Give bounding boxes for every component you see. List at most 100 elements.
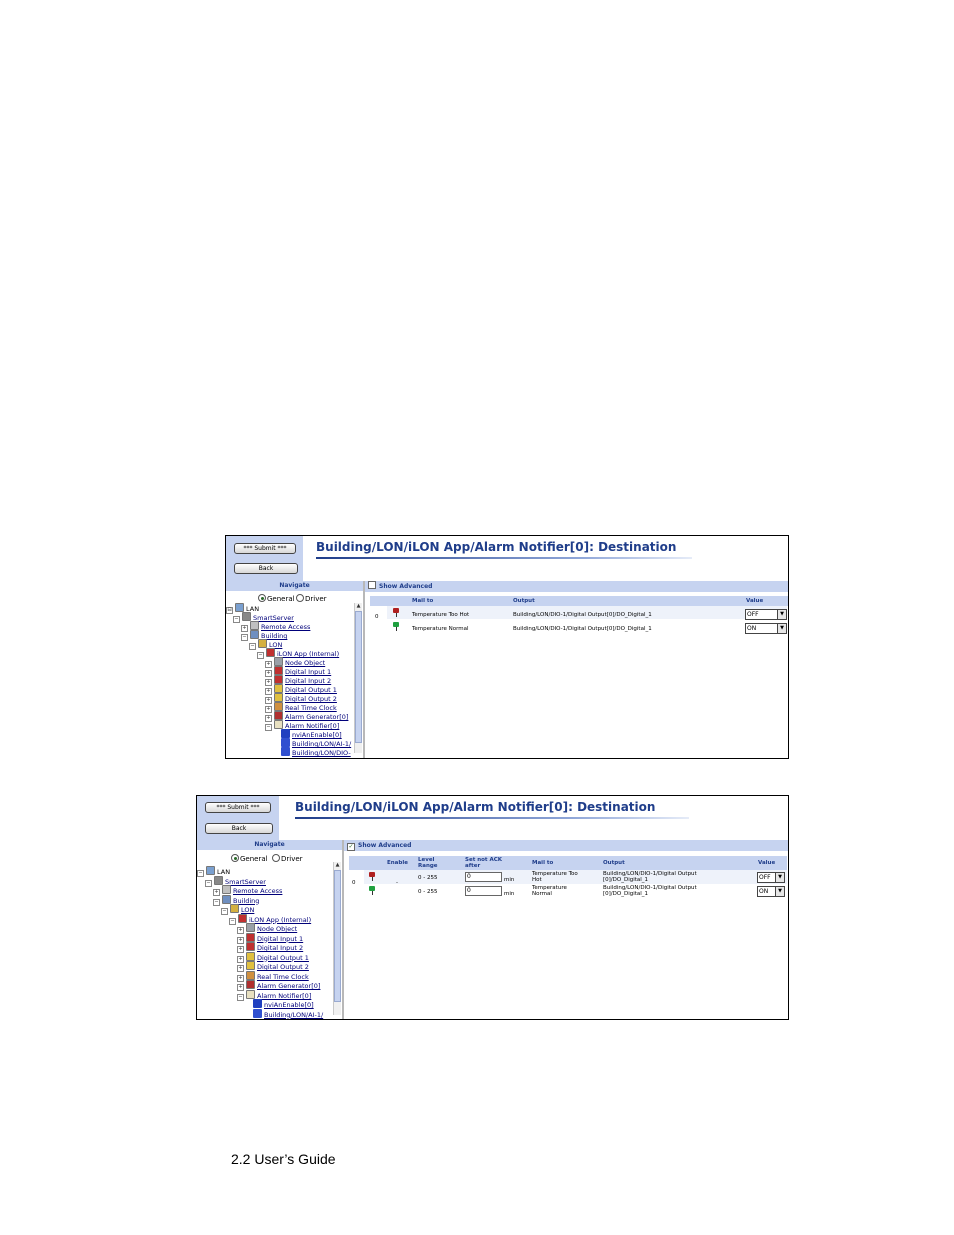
page-title: Building/LON/iLON App/Alarm Notifier[0]:… — [295, 800, 656, 814]
tree-item-digital-output-2[interactable]: + Digital Output 2 — [237, 961, 309, 972]
chevron-down-icon[interactable]: ▼ — [777, 609, 787, 620]
button-panel: *** Submit *** Back — [197, 796, 279, 840]
normal-pin-icon — [393, 622, 399, 631]
tree-item-alarm-notifier[interactable]: − Alarm Notifier[0] — [237, 989, 311, 1001]
tree-item-digital-input-1[interactable]: + Digital Input 1 — [237, 932, 303, 944]
channel-icon — [258, 639, 267, 648]
tree-item-ilon-app[interactable]: − iLON App (Internal) — [229, 913, 311, 925]
tree-item-remote-access[interactable]: + Remote Access — [241, 621, 310, 632]
tree-item-building[interactable]: − Building — [213, 894, 259, 906]
tree-item-lon[interactable]: − LON — [249, 639, 282, 650]
radio-driver[interactable]: Driver — [272, 854, 303, 863]
tree-item-alarm-notifier[interactable]: − Alarm Notifier[0] — [265, 720, 339, 731]
value-select[interactable]: ON ▼ — [757, 886, 785, 897]
tree-item-real-time-clock[interactable]: + Real Time Clock — [265, 702, 337, 713]
level-range-cell: 0 - 255 — [418, 889, 438, 895]
show-advanced-checkbox[interactable] — [368, 581, 376, 589]
tree-item-node-object[interactable]: + Node Object — [265, 657, 325, 668]
mail-to-cell: Hot — [532, 877, 542, 883]
chevron-down-icon[interactable]: ▼ — [777, 623, 787, 634]
button-panel: *** Submit *** Back — [226, 536, 303, 581]
output-icon — [274, 684, 283, 693]
tree-item-real-time-clock[interactable]: + Real Time Clock — [237, 970, 309, 982]
chevron-down-icon[interactable]: ▼ — [775, 886, 785, 897]
tree-item-building[interactable]: − Building — [241, 630, 287, 641]
column-header-mail-to: Mail to — [532, 860, 554, 866]
input-icon — [274, 675, 283, 684]
input-point-icon — [253, 999, 262, 1008]
tree-item-smartserver[interactable]: − SmartServer — [205, 875, 266, 887]
scrollbar-thumb[interactable] — [334, 870, 341, 1002]
output-icon — [274, 693, 283, 702]
screenshot-advanced: *** Submit *** Back Building/LON/iLON Ap… — [196, 795, 789, 1020]
back-button[interactable]: Back — [205, 823, 273, 834]
show-advanced-checkbox[interactable]: ✓ — [347, 843, 355, 851]
tree-item-lan[interactable]: − LAN — [197, 866, 230, 877]
value-select[interactable]: OFF ▼ — [757, 872, 785, 883]
mail-to-cell: Temperature Normal — [412, 626, 469, 632]
output-cell: Building/LON/DIO-1/Digital Output[0]/DO_… — [513, 626, 652, 632]
tree-item-nvianenable[interactable]: nviAnEnable[0] — [253, 999, 314, 1009]
submit-button[interactable]: *** Submit *** — [234, 543, 296, 554]
input-icon — [274, 666, 283, 675]
show-advanced-label: Show Advanced — [379, 583, 433, 590]
destination-panel: Show Advanced Mail to Output Value 0 Tem… — [363, 581, 788, 758]
chevron-down-icon[interactable]: ▼ — [775, 872, 785, 883]
tree-item-ilon-app[interactable]: − iLON App (Internal) — [257, 648, 339, 659]
tree-item-lan[interactable]: ⊟ LAN — [226, 603, 259, 614]
building-icon — [250, 630, 259, 639]
tree-item-digital-output-2[interactable]: + Digital Output 2 — [265, 693, 337, 704]
radio-driver[interactable]: Driver — [296, 594, 327, 603]
scroll-up-icon[interactable]: ▲ — [334, 862, 341, 869]
back-button[interactable]: Back — [234, 563, 298, 574]
group-index: 0 — [352, 880, 356, 886]
ack-minutes-input[interactable]: 0 — [465, 886, 502, 896]
input-icon — [246, 932, 255, 942]
device-icon — [266, 648, 275, 657]
column-header-row — [349, 856, 787, 870]
show-advanced-label: Show Advanced — [358, 842, 412, 849]
column-header-value: Value — [758, 860, 776, 866]
tree-item-ai-1[interactable]: Building/LON/AI-1/ — [253, 1008, 323, 1019]
tree-item-digital-input-2[interactable]: + Digital Input 2 — [265, 675, 331, 686]
navigate-header: Navigate — [226, 581, 363, 591]
device-icon — [238, 913, 247, 923]
scrollbar-thumb[interactable] — [355, 611, 362, 743]
enable-cell: - — [396, 880, 398, 886]
title-underline — [295, 817, 689, 819]
tree-item-alarm-generator[interactable]: + Alarm Generator[0] — [237, 980, 320, 991]
radio-general[interactable]: General — [231, 854, 268, 863]
tree-item-node-object[interactable]: + Node Object — [237, 923, 297, 934]
tree-item-nvianenable[interactable]: nviAnEnable[0] — [281, 729, 342, 739]
input-point-icon — [281, 729, 290, 738]
server-icon — [214, 875, 223, 885]
navigate-scrollbar[interactable]: ▲ — [333, 862, 341, 1015]
submit-button[interactable]: *** Submit *** — [205, 802, 271, 813]
channel-icon — [230, 904, 239, 913]
ack-unit: min — [504, 891, 515, 897]
column-header-mail-to: Mail to — [412, 598, 434, 604]
column-header-level-range: Level Range — [418, 857, 438, 869]
radio-general[interactable]: General — [258, 594, 295, 603]
value-select[interactable]: OFF ▼ — [745, 609, 787, 620]
ack-unit: min — [504, 877, 515, 883]
tree-item-digital-input-1[interactable]: + Digital Input 1 — [265, 666, 331, 677]
tree-item-lon[interactable]: − LON — [221, 904, 254, 915]
alarm-generator-icon — [274, 711, 283, 720]
tree-item-remote-access[interactable]: + Remote Access — [213, 885, 282, 896]
clock-icon — [246, 970, 255, 980]
node-object-icon — [274, 657, 283, 666]
tree-item-digital-input-2[interactable]: + Digital Input 2 — [237, 942, 303, 953]
scroll-up-icon[interactable]: ▲ — [355, 603, 362, 610]
tree-item-smartserver[interactable]: − SmartServer — [233, 612, 294, 623]
tree-item-alarm-generator[interactable]: + Alarm Generator[0] — [265, 711, 348, 722]
alarm-notifier-icon — [246, 989, 255, 999]
navigate-scrollbar[interactable]: ▲ — [354, 603, 362, 753]
tree-item-dio[interactable]: Building/LON/DIO- — [281, 747, 351, 757]
ack-minutes-input[interactable]: 0 — [465, 872, 502, 882]
tree-item-digital-output-1[interactable]: + Digital Output 1 — [265, 684, 337, 695]
tree-item-ai-1[interactable]: Building/LON/AI-1/ — [281, 738, 351, 748]
tree-item-digital-output-1[interactable]: + Digital Output 1 — [237, 951, 309, 963]
column-header-output: Output — [603, 860, 625, 866]
value-select[interactable]: ON ▼ — [745, 623, 787, 634]
